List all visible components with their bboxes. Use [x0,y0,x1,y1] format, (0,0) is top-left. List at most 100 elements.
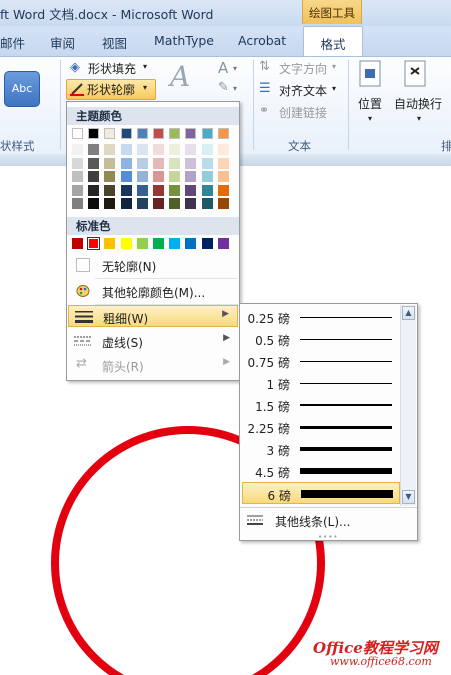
scroll-down-button[interactable]: ▼ [402,490,415,504]
shape-outline-button[interactable]: 形状轮廓 ▾ [66,79,156,100]
theme-color-shade-swatch[interactable] [72,144,83,155]
theme-color-swatch[interactable] [104,128,116,139]
standard-color-swatch[interactable] [136,238,148,249]
theme-color-shade-swatch[interactable] [153,157,164,169]
theme-color-shade-swatch[interactable] [136,171,148,182]
weight-option[interactable]: 0.75 磅 [242,350,400,372]
standard-color-swatch[interactable] [104,238,116,249]
theme-color-shade-swatch[interactable] [88,144,100,155]
standard-color-swatch[interactable] [153,238,164,249]
dashes-item[interactable]: 虚线(S) ▶ [68,330,238,352]
weight-option[interactable]: 1 磅 [242,372,400,394]
theme-color-shade-swatch[interactable] [169,157,181,169]
standard-color-swatch[interactable] [120,238,132,249]
theme-color-swatch[interactable] [185,128,197,139]
theme-color-shade-swatch[interactable] [88,171,100,182]
theme-color-shade-swatch[interactable] [153,198,164,209]
theme-color-swatch[interactable] [120,128,132,139]
theme-color-shade-swatch[interactable] [201,157,213,169]
standard-color-swatch[interactable] [169,238,181,249]
weight-option[interactable]: 2.25 磅 [242,416,400,438]
theme-color-swatch[interactable] [217,128,229,139]
theme-color-shade-swatch[interactable] [104,184,116,196]
standard-color-swatch[interactable] [87,237,101,250]
weight-option[interactable]: 3 磅 [242,438,400,460]
theme-color-shade-swatch[interactable] [104,157,116,169]
theme-color-shade-swatch[interactable] [136,157,148,169]
theme-color-shade-swatch[interactable] [217,144,229,155]
theme-color-shade-swatch[interactable] [72,184,83,196]
theme-color-shade-swatch[interactable] [104,171,116,182]
wordart-a-icon[interactable]: A [170,60,190,93]
theme-color-shade-swatch[interactable] [136,198,148,209]
theme-color-shade-swatch[interactable] [217,171,229,182]
auto-wrap-button[interactable]: 自动换行 ▾ [394,58,446,128]
theme-color-swatch[interactable] [153,128,164,139]
theme-color-shade-swatch[interactable] [120,171,132,182]
theme-color-shade-swatch[interactable] [169,171,181,182]
theme-color-shade-swatch[interactable] [153,184,164,196]
theme-color-shade-swatch[interactable] [185,157,197,169]
theme-color-shade-swatch[interactable] [88,157,100,169]
theme-color-shade-swatch[interactable] [72,198,83,209]
theme-color-shade-swatch[interactable] [169,184,181,196]
theme-color-shade-swatch[interactable] [72,171,83,182]
text-fill-icon[interactable]: A [218,59,228,77]
tab-view[interactable]: 视图 [102,33,127,52]
standard-color-swatch[interactable] [72,238,83,249]
more-lines-item[interactable]: 其他线条(L)... [242,509,414,531]
theme-color-shade-swatch[interactable] [72,157,83,169]
theme-color-swatch[interactable] [136,128,148,139]
theme-color-shade-swatch[interactable] [136,184,148,196]
weight-option[interactable]: 0.5 磅 [242,328,400,350]
more-outline-colors-item[interactable]: 其他轮廓颜色(M)... [68,280,238,302]
resize-grip-icon[interactable]: •••• [318,533,339,541]
weight-option[interactable]: 4.5 磅 [242,460,400,482]
tab-format[interactable]: 格式 [303,26,363,58]
theme-color-shade-swatch[interactable] [120,184,132,196]
theme-color-shade-swatch[interactable] [169,144,181,155]
theme-color-shade-swatch[interactable] [169,198,181,209]
theme-color-shade-swatch[interactable] [217,157,229,169]
theme-color-shade-swatch[interactable] [120,144,132,155]
standard-color-swatch[interactable] [201,238,213,249]
theme-color-shade-swatch[interactable] [120,198,132,209]
weight-option[interactable]: 1.5 磅 [242,394,400,416]
no-outline-item[interactable]: 无轮廓(N) [68,254,238,276]
shape-style-preset-button[interactable]: Abc [4,71,40,107]
theme-color-shade-swatch[interactable] [153,144,164,155]
standard-color-swatch[interactable] [217,238,229,249]
theme-color-shade-swatch[interactable] [201,184,213,196]
theme-color-shade-swatch[interactable] [153,171,164,182]
text-outline-icon[interactable]: ✎ [218,80,229,95]
theme-color-shade-swatch[interactable] [185,198,197,209]
theme-color-shade-swatch[interactable] [217,184,229,196]
theme-color-shade-swatch[interactable] [120,157,132,169]
theme-color-shade-swatch[interactable] [185,171,197,182]
theme-color-shade-swatch[interactable] [201,171,213,182]
position-button[interactable]: 位置 ▾ [354,58,390,128]
theme-color-shade-swatch[interactable] [201,198,213,209]
theme-color-shade-swatch[interactable] [104,198,116,209]
theme-color-swatch[interactable] [88,128,100,139]
scroll-up-button[interactable]: ▲ [402,306,415,320]
theme-color-shade-swatch[interactable] [185,144,197,155]
theme-color-swatch[interactable] [201,128,213,139]
weight-option[interactable]: 0.25 磅 [242,306,400,328]
tab-acrobat[interactable]: Acrobat [238,33,286,48]
weight-item[interactable]: 粗细(W) ▶ [68,305,238,327]
tab-review[interactable]: 审阅 [50,33,75,52]
theme-color-shade-swatch[interactable] [104,144,116,155]
theme-color-swatch[interactable] [169,128,181,139]
weight-option[interactable]: 6 磅 [242,482,400,504]
theme-color-shade-swatch[interactable] [201,144,213,155]
standard-color-swatch[interactable] [185,238,197,249]
theme-color-shade-swatch[interactable] [185,184,197,196]
weight-list-scrollbar[interactable]: ▲ ▼ [400,305,416,506]
tab-mathtype[interactable]: MathType [154,33,214,48]
theme-color-shade-swatch[interactable] [88,184,100,196]
tab-mailings[interactable]: 邮件 [0,33,25,52]
theme-color-shade-swatch[interactable] [217,198,229,209]
theme-color-shade-swatch[interactable] [136,144,148,155]
theme-color-swatch[interactable] [72,128,83,139]
